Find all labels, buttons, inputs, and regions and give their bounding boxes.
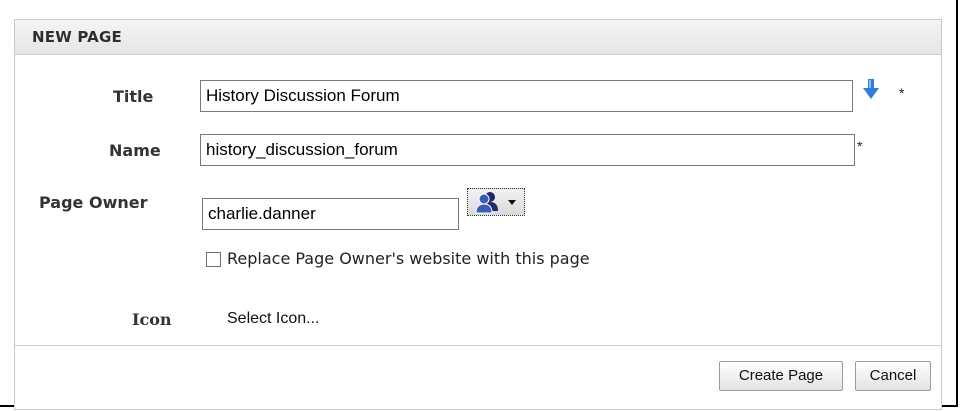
- title-label: Title: [113, 87, 154, 106]
- replace-website-label: Replace Page Owner's website with this p…: [227, 249, 590, 268]
- name-label: Name: [109, 141, 161, 160]
- dialog-title: NEW PAGE: [32, 28, 122, 46]
- user-picker-icon: [475, 192, 516, 214]
- dialog-header: NEW PAGE: [15, 20, 941, 55]
- title-required-marker: *: [899, 85, 905, 101]
- page-owner-label: Page Owner: [39, 193, 148, 212]
- icon-label: Icon: [132, 310, 172, 329]
- replace-website-checkbox[interactable]: [206, 252, 221, 267]
- name-required-marker: *: [857, 138, 863, 154]
- new-page-dialog: NEW PAGE Title History Discussion Forum …: [14, 19, 942, 410]
- select-icon-link[interactable]: Select Icon...: [227, 310, 320, 328]
- title-input[interactable]: History Discussion Forum: [200, 80, 853, 112]
- name-input[interactable]: history_discussion_forum: [200, 134, 855, 166]
- arrow-down-icon[interactable]: [863, 79, 879, 101]
- create-page-button[interactable]: Create Page: [719, 361, 843, 391]
- owner-picker-button[interactable]: [467, 188, 525, 216]
- chevron-down-icon: [508, 200, 516, 205]
- cancel-button[interactable]: Cancel: [855, 361, 931, 391]
- dialog-footer: Create Page Cancel: [15, 345, 941, 409]
- page-owner-input[interactable]: charlie.danner: [202, 198, 459, 230]
